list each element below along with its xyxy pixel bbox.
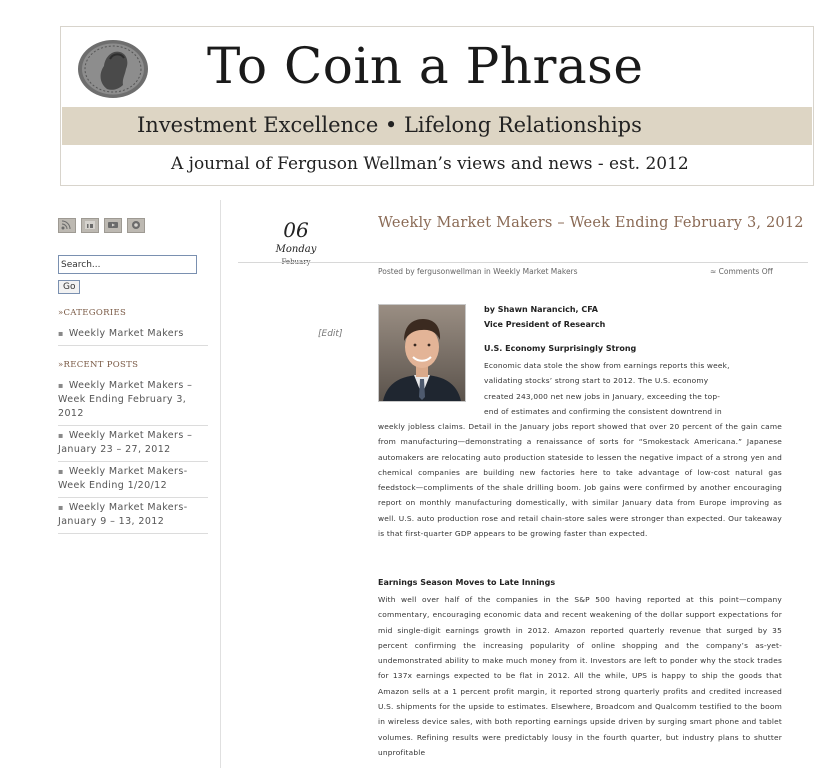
categories-list: Weekly Market Makers <box>58 324 208 346</box>
section-paragraph: With well over half of the companies in … <box>378 595 782 757</box>
paragraph-line: end of estimates and confirming the cons… <box>484 406 722 416</box>
author-photo <box>378 304 466 402</box>
post-meta[interactable]: Posted by fergusonwellman in Weekly Mark… <box>378 267 578 276</box>
search-input[interactable] <box>58 255 197 274</box>
section-heading: Earnings Season Moves to Late Innings <box>378 578 556 587</box>
meta-divider <box>238 262 808 263</box>
email-icon[interactable] <box>127 218 145 233</box>
edit-link[interactable]: [Edit] <box>318 329 342 339</box>
paragraph-line: validating stocks’ strong start to 2012.… <box>484 376 709 386</box>
category-link[interactable]: Weekly Market Makers <box>58 324 208 346</box>
author-role: Vice President of Research <box>484 320 606 329</box>
site-title[interactable]: To Coin a Phrase <box>207 37 643 95</box>
post-date-number: 06 <box>283 218 309 242</box>
categories-heading: »Categories <box>58 308 127 318</box>
section-heading: U.S. Economy Surprisingly Strong <box>484 344 637 353</box>
comments-status: ≈ Comments Off <box>710 267 773 276</box>
social-icons <box>58 218 208 233</box>
site-subtitle: A journal of Ferguson Wellman’s views an… <box>171 154 689 174</box>
author-byline: by Shawn Narancich, CFA Vice President o… <box>484 302 605 332</box>
section-paragraph: weekly jobless claims. Detail in the Jan… <box>378 422 782 539</box>
recent-post-link[interactable]: Weekly Market Makers – January 23 – 27, … <box>58 426 208 462</box>
column-divider <box>220 200 221 768</box>
linkedin-icon[interactable] <box>81 218 99 233</box>
recent-posts-list: Weekly Market Makers – Week Ending Febru… <box>58 376 208 534</box>
recent-post-link[interactable]: Weekly Market Makers- January 9 – 13, 20… <box>58 498 208 534</box>
recent-post-link[interactable]: Weekly Market Makers- Week Ending 1/20/1… <box>58 462 208 498</box>
author-name: by Shawn Narancich, CFA <box>484 305 598 314</box>
paragraph-line: Economic data stole the show from earnin… <box>484 361 730 370</box>
youtube-icon[interactable] <box>104 218 122 233</box>
recent-posts-heading: »Recent Posts <box>58 360 139 370</box>
post-date-day: Monday <box>275 244 317 255</box>
rss-icon[interactable] <box>58 218 76 233</box>
section-paragraph-wrapped: Economic data stole the show from earnin… <box>484 358 774 419</box>
coin-logo <box>77 39 149 99</box>
site-header: To Coin a Phrase Investment Excellence •… <box>60 26 814 186</box>
sidebar: Go »Categories Weekly Market Makers »Rec… <box>58 218 208 534</box>
tagline: Investment Excellence • Lifelong Relatio… <box>137 113 642 137</box>
paragraph-line: created 243,000 net new jobs in January,… <box>484 391 721 401</box>
go-button[interactable]: Go <box>58 280 81 294</box>
post-title[interactable]: Weekly Market Makers – Week Ending Febru… <box>378 215 810 232</box>
recent-post-link[interactable]: Weekly Market Makers – Week Ending Febru… <box>58 376 208 426</box>
